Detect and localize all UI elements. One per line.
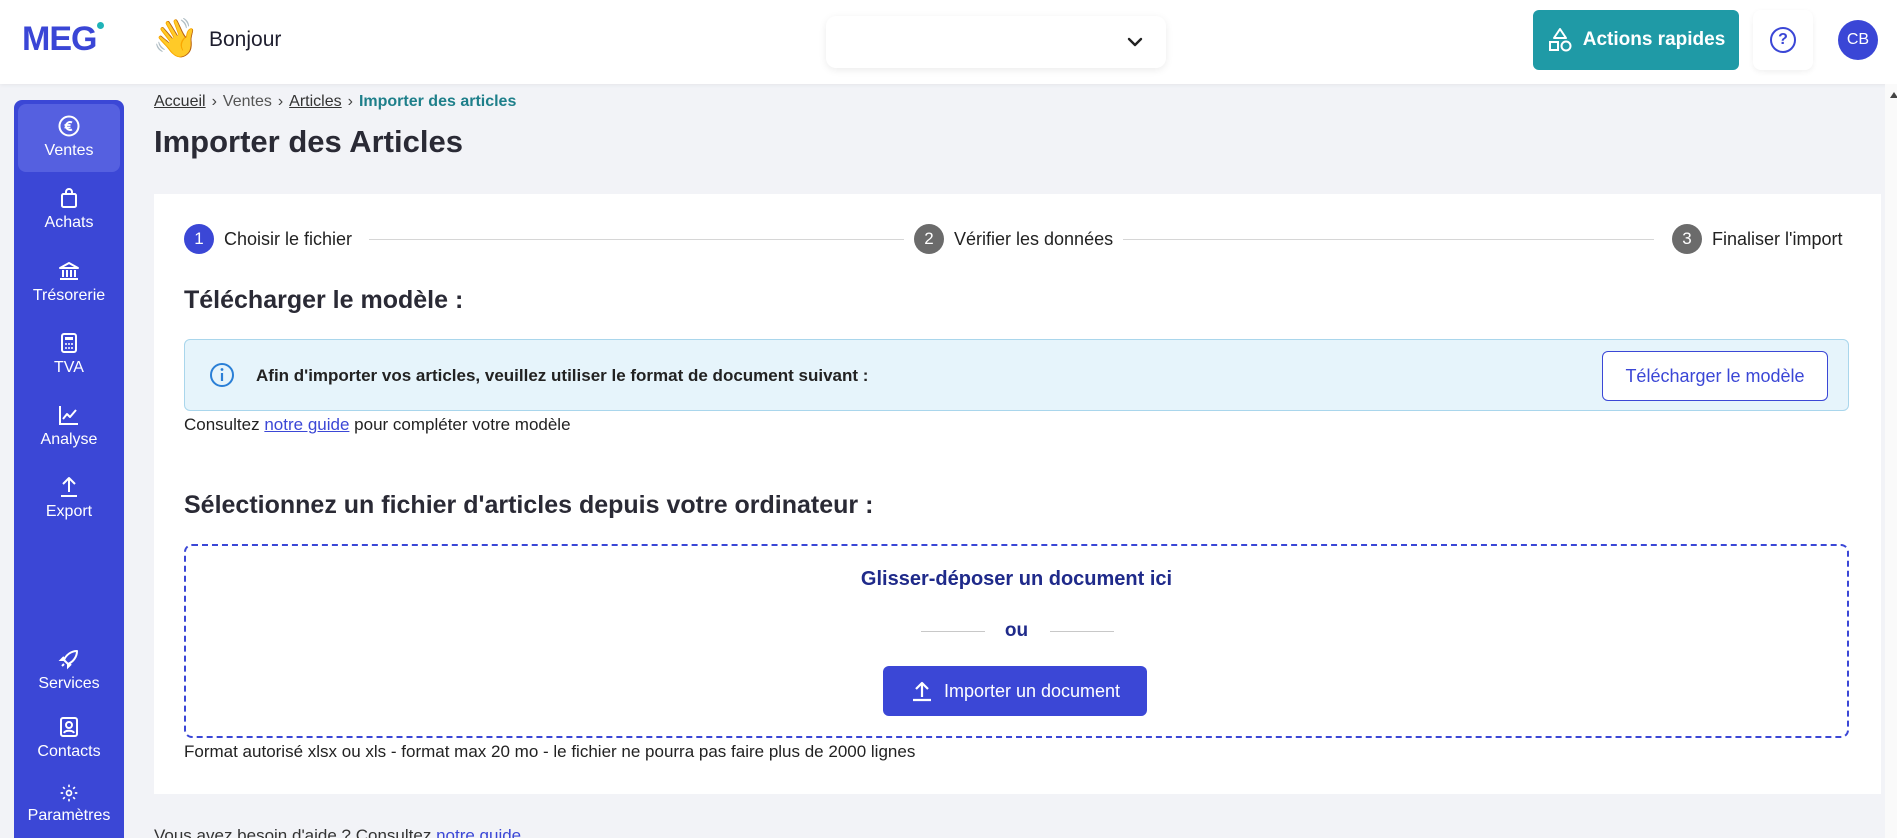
sidebar-item-label: Ventes	[44, 142, 94, 159]
sidebar-item-label: Services	[38, 675, 100, 692]
sidebar-item-label: Contacts	[37, 743, 101, 760]
info-text: Afin d'importer vos articles, veuillez u…	[256, 366, 869, 385]
step-verify-data: 2 Vérifier les données	[904, 224, 1124, 254]
top-bar: MEG 👋 Bonjour Actions rapides ? CB	[0, 0, 1897, 84]
breadcrumb-accueil[interactable]: Accueil	[154, 93, 206, 110]
dropzone-title: Glisser-déposer un document ici	[860, 568, 1173, 590]
help-footer-guide-link[interactable]: notre guide	[436, 826, 521, 838]
user-avatar[interactable]: CB	[1838, 20, 1878, 60]
sidebar-item-contacts[interactable]: Contacts	[18, 705, 120, 773]
scrollbar[interactable]	[1885, 84, 1897, 838]
breadcrumb-separator: ›	[277, 93, 284, 110]
sidebar-item-label: TVA	[54, 359, 84, 376]
contact-card-icon	[60, 717, 78, 737]
step-number: 1	[184, 224, 214, 254]
question-mark-icon: ?	[1770, 27, 1796, 53]
logo-dot	[97, 22, 105, 29]
sidebar-item-achats[interactable]: Achats	[18, 176, 120, 244]
sidebar-item-label: Export	[45, 503, 93, 520]
shapes-icon	[1548, 28, 1572, 52]
sidebar-item-parametres[interactable]: Paramètres	[18, 773, 120, 838]
sidebar-item-tresorerie[interactable]: Trésorerie	[18, 249, 120, 317]
or-divider-line	[1050, 631, 1114, 632]
help-button[interactable]: ?	[1753, 10, 1813, 70]
step-number: 3	[1672, 224, 1702, 254]
sidebar-item-tva[interactable]: TVA	[18, 321, 120, 389]
format-note: Format autorisé xlsx ou xls - format max…	[184, 742, 916, 761]
file-dropzone[interactable]: Glisser-déposer un document ici ou Impor…	[184, 544, 1849, 738]
upload-section-title: Sélectionnez un fichier d'articles depui…	[184, 491, 874, 519]
upload-icon	[61, 477, 77, 497]
greeting-text: Bonjour	[209, 28, 282, 51]
company-select[interactable]	[826, 16, 1166, 68]
sidebar-item-label: Achats	[44, 214, 94, 231]
step-label: Vérifier les données	[954, 228, 1114, 249]
bank-icon	[59, 262, 79, 280]
guide-suffix: pour compléter votre modèle	[354, 415, 571, 434]
guide-line: Consultez notre guide pour compléter vot…	[184, 415, 571, 435]
sidebar-item-label: Trésorerie	[32, 287, 106, 304]
sidebar-item-analyse[interactable]: Analyse	[18, 393, 120, 461]
download-template-button[interactable]: Télécharger le modèle	[1602, 351, 1828, 401]
rocket-icon	[58, 650, 78, 670]
breadcrumb-separator: ›	[211, 93, 217, 110]
stepper: 1 Choisir le fichier 2 Vérifier les donn…	[184, 224, 1849, 254]
guide-prefix: Consultez	[184, 415, 260, 434]
breadcrumb-current: Importer des articles	[358, 93, 517, 110]
upload-icon	[912, 681, 931, 702]
sidebar-item-label: Paramètres	[27, 807, 111, 824]
breadcrumb: Accueil › Ventes › Articles › Importer des art…	[154, 93, 516, 111]
breadcrumb-articles[interactable]: Articles	[289, 93, 341, 110]
step-connector	[1114, 239, 1654, 240]
help-footer: Vous avez besoin d'aide ? Consultez notr…	[154, 826, 521, 838]
breadcrumb-separator: ›	[347, 93, 353, 110]
guide-link[interactable]: notre guide	[264, 415, 349, 434]
waving-hand-icon: 👋	[152, 18, 200, 60]
quick-actions-label: Actions rapides	[1582, 29, 1726, 50]
help-footer-prefix: Vous avez besoin d'aide ? Consultez	[154, 826, 432, 838]
step-label: Choisir le fichier	[224, 228, 353, 249]
quick-actions-button[interactable]: Actions rapides	[1533, 10, 1739, 70]
step-choose-file: 1 Choisir le fichier	[184, 224, 363, 254]
page-title: Importer des Articles	[154, 124, 463, 159]
or-text: ou	[1004, 620, 1029, 641]
sidebar-item-label: Analyse	[40, 431, 98, 448]
sidebar: Ventes Achats Trésorerie TVA Analyse Exp…	[14, 100, 124, 838]
import-document-button[interactable]: Importer un document	[883, 666, 1147, 716]
gear-icon	[60, 784, 78, 802]
calculator-icon	[61, 333, 77, 353]
step-finalize: 3 Finaliser l'import	[1662, 224, 1843, 254]
sidebar-item-ventes[interactable]: Ventes	[18, 104, 120, 172]
step-label: Finaliser l'import	[1712, 228, 1843, 249]
meg-logo[interactable]: MEG	[22, 20, 105, 59]
scroll-up-arrow-icon[interactable]	[1890, 92, 1897, 98]
import-card: 1 Choisir le fichier 2 Vérifier les donn…	[154, 194, 1881, 794]
breadcrumb-ventes: Ventes	[222, 93, 272, 110]
euro-icon	[58, 115, 80, 137]
info-banner: Afin d'importer vos articles, veuillez u…	[184, 339, 1849, 411]
import-button-label: Importer un document	[943, 680, 1121, 701]
step-number: 2	[914, 224, 944, 254]
step-connector	[369, 239, 914, 240]
info-icon	[210, 363, 234, 387]
sidebar-item-services[interactable]: Services	[18, 637, 120, 705]
template-section-title: Télécharger le modèle :	[184, 286, 464, 314]
chevron-down-icon	[1127, 37, 1143, 47]
logo-text: MEG	[22, 20, 97, 58]
shopping-bag-icon	[61, 188, 77, 208]
sidebar-item-export[interactable]: Export	[18, 465, 120, 533]
chart-line-icon	[59, 406, 78, 425]
